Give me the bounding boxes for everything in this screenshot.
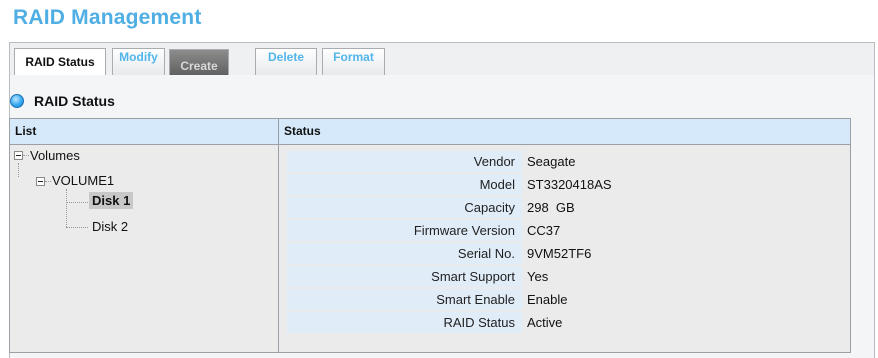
- tab-modify[interactable]: Modify: [112, 48, 165, 76]
- raid-status-grid: List Status Volumes VOLUME1 Disk 1 Disk …: [9, 118, 851, 353]
- tree-item-disk-1[interactable]: Disk 1: [89, 192, 134, 209]
- section-heading: RAID Status: [10, 93, 115, 109]
- collapse-icon[interactable]: [14, 151, 23, 160]
- detail-row-firmware: Firmware Version CC37: [287, 220, 852, 241]
- tree-line: [66, 189, 67, 227]
- detail-row-smart-enable: Smart Enable Enable: [287, 289, 852, 310]
- detail-row-smart-support: Smart Support Yes: [287, 266, 852, 287]
- tree-line: [66, 202, 88, 203]
- tab-create[interactable]: Create: [169, 49, 229, 77]
- tree-line: [23, 155, 29, 156]
- detail-row-capacity: Capacity 298 GB: [287, 197, 852, 218]
- collapse-icon[interactable]: [36, 177, 45, 186]
- tab-raid-status[interactable]: RAID Status: [14, 48, 106, 77]
- tree-line: [66, 227, 88, 228]
- section-title: RAID Status: [34, 93, 115, 109]
- tree-line: [45, 181, 51, 182]
- page-title: RAID Management: [13, 6, 202, 29]
- column-divider: [278, 119, 279, 352]
- status-circle-icon: [10, 94, 24, 108]
- list-column-header: List: [10, 119, 278, 145]
- detail-row-serial: Serial No. 9VM52TF6: [287, 243, 852, 264]
- status-column-header: Status: [279, 119, 850, 145]
- detail-row-vendor: Vendor Seagate: [287, 151, 852, 172]
- tab-bar: RAID Status Modify Create Delete Format: [9, 42, 875, 77]
- volume-tree: Volumes VOLUME1 Disk 1 Disk 2: [10, 145, 278, 352]
- tree-line: [18, 163, 19, 177]
- detail-row-raid-status: RAID Status Active: [287, 312, 852, 333]
- detail-row-model: Model ST3320418AS: [287, 174, 852, 195]
- tree-item-disk-2[interactable]: Disk 2: [92, 219, 128, 234]
- tab-delete[interactable]: Delete: [255, 48, 317, 76]
- tab-format[interactable]: Format: [322, 48, 385, 76]
